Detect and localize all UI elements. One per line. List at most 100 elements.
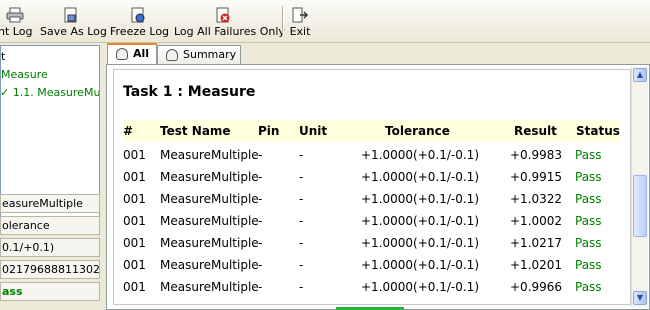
column-header-result: Result (514, 124, 557, 138)
table-header: # Test Name Pin Unit Tolerance Result St… (123, 120, 620, 142)
table-row[interactable]: 001 MeasureMultiple - - +1.0000(+0.1/-0.… (123, 254, 619, 276)
property-type: olerance (0, 216, 100, 235)
cell-status: Pass (575, 280, 602, 294)
column-header-unit: Unit (299, 124, 328, 138)
cell-pin: - (258, 192, 263, 206)
table-row[interactable]: 001 MeasureMultiple - - +1.0000(+0.1/-0.… (123, 210, 619, 232)
cell-unit: - (299, 236, 304, 250)
cell-test-name: MeasureMultiple (160, 148, 259, 162)
cell-tolerance: +1.0000(+0.1/-0.1) (361, 214, 480, 228)
cell-number: 001 (123, 236, 146, 250)
cell-result: +0.9966 (510, 280, 563, 294)
cell-result: +1.0217 (510, 236, 563, 250)
column-header-status: Status (576, 124, 620, 138)
cell-status: Pass (575, 236, 602, 250)
table-row[interactable]: 001 MeasureMultiple - - +1.0000(+0.1/-0.… (123, 232, 619, 254)
cell-test-name: MeasureMultiple (160, 280, 259, 294)
cell-unit: - (299, 280, 304, 294)
database-icon (166, 49, 178, 61)
cell-number: 001 (123, 280, 146, 294)
cell-unit: - (299, 148, 304, 162)
test-tree[interactable]: t Measure ✓ 1.1. MeasureMultip (0, 45, 100, 217)
printer-icon (6, 7, 24, 23)
cell-tolerance: +1.0000(+0.1/-0.1) (361, 170, 480, 184)
log-content: Task 1 : Measure # Test Name Pin Unit To… (106, 64, 650, 310)
exit-icon (291, 7, 309, 23)
cell-unit: - (299, 258, 304, 272)
log-all-failures-button[interactable]: Log All Failures Only (174, 4, 285, 40)
cell-status: Pass (575, 192, 602, 206)
cell-number: 001 (123, 148, 146, 162)
property-test-name: easureMultiple (0, 194, 100, 213)
cell-test-name: MeasureMultiple (160, 258, 259, 272)
cell-pin: - (258, 170, 263, 184)
cell-tolerance: +1.0000(+0.1/-0.1) (361, 192, 480, 206)
cell-status: Pass (575, 214, 602, 228)
cell-status: Pass (575, 258, 602, 272)
cell-result: +0.9983 (510, 148, 563, 162)
table-row[interactable]: 001 MeasureMultiple - - +1.0000(+0.1/-0.… (123, 188, 619, 210)
cell-result: +1.0201 (510, 258, 563, 272)
cell-pin: - (258, 280, 263, 294)
tab-all[interactable]: All (107, 43, 157, 66)
cell-pin: - (258, 258, 263, 272)
toolbar: nt Log Save As Log Freeze Log Log All Fa… (0, 0, 650, 43)
property-value: 02179688811302 (0, 260, 100, 279)
cell-number: 001 (123, 214, 146, 228)
tab-all-label: All (133, 47, 150, 60)
cell-tolerance: +1.0000(+0.1/-0.1) (361, 280, 480, 294)
save-as-log-label: Save As Log (40, 25, 107, 38)
cell-pin: - (258, 148, 263, 162)
column-header-pin: Pin (258, 124, 280, 138)
cell-pin: - (258, 236, 263, 250)
cell-result: +1.0002 (510, 214, 563, 228)
cell-result: +1.0322 (510, 192, 563, 206)
cell-pin: - (258, 214, 263, 228)
tab-summary[interactable]: Summary (157, 45, 241, 65)
cell-tolerance: +1.0000(+0.1/-0.1) (361, 148, 480, 162)
freeze-log-label: Freeze Log (110, 25, 170, 38)
freeze-log-icon (129, 7, 147, 23)
table-row[interactable]: 001 MeasureMultiple - - +1.0000(+0.1/-0.… (123, 276, 619, 298)
cell-number: 001 (123, 192, 146, 206)
cell-tolerance: +1.0000(+0.1/-0.1) (361, 258, 480, 272)
page-title: Task 1 : Measure (123, 84, 256, 100)
cell-tolerance: +1.0000(+0.1/-0.1) (361, 236, 480, 250)
scroll-up-icon[interactable]: ▲ (633, 68, 647, 82)
column-header-number: # (123, 124, 134, 138)
vertical-scrollbar[interactable]: ▲ ▼ (631, 67, 648, 307)
cell-test-name: MeasureMultiple (160, 214, 259, 228)
cell-unit: - (299, 192, 304, 206)
tree-node-root[interactable]: t (1, 50, 5, 63)
exit-button[interactable]: Exit (288, 4, 312, 40)
left-panel: t Measure ✓ 1.1. MeasureMultip ▶ easureM… (0, 43, 101, 310)
print-log-button[interactable]: nt Log (0, 4, 32, 40)
log-all-failures-label: Log All Failures Only (174, 25, 285, 38)
save-log-icon (62, 7, 80, 23)
tab-summary-label: Summary (183, 48, 237, 61)
cell-test-name: MeasureMultiple (160, 236, 259, 250)
report-view: Task 1 : Measure # Test Name Pin Unit To… (113, 69, 631, 305)
print-log-label: nt Log (0, 25, 33, 38)
cell-status: Pass (575, 148, 602, 162)
table-row[interactable]: 001 MeasureMultiple - - +1.0000(+0.1/-0.… (123, 144, 619, 166)
tree-node-measure-multiple[interactable]: ✓ 1.1. MeasureMultip (1, 86, 99, 99)
column-header-tolerance: Tolerance (385, 124, 450, 138)
table-row[interactable]: 001 MeasureMultiple - - +1.0000(+0.1/-0.… (123, 166, 619, 188)
exit-label: Exit (289, 25, 311, 38)
column-header-test-name: Test Name (160, 124, 231, 138)
cell-unit: - (299, 214, 304, 228)
scroll-thumb[interactable] (633, 175, 647, 237)
cell-result: +0.9915 (510, 170, 563, 184)
save-as-log-button[interactable]: Save As Log (40, 4, 107, 40)
scroll-down-icon[interactable]: ▼ (633, 291, 647, 305)
freeze-log-button[interactable]: Freeze Log (110, 4, 170, 40)
cell-test-name: MeasureMultiple (160, 170, 259, 184)
tree-node-measure[interactable]: Measure (1, 68, 48, 81)
cell-number: 001 (123, 170, 146, 184)
tab-bar: All Summary (104, 43, 650, 66)
property-status: ass (0, 282, 100, 301)
cell-number: 001 (123, 258, 146, 272)
cell-test-name: MeasureMultiple (160, 192, 259, 206)
property-tolerance: 0.1/+0.1) (0, 238, 100, 257)
